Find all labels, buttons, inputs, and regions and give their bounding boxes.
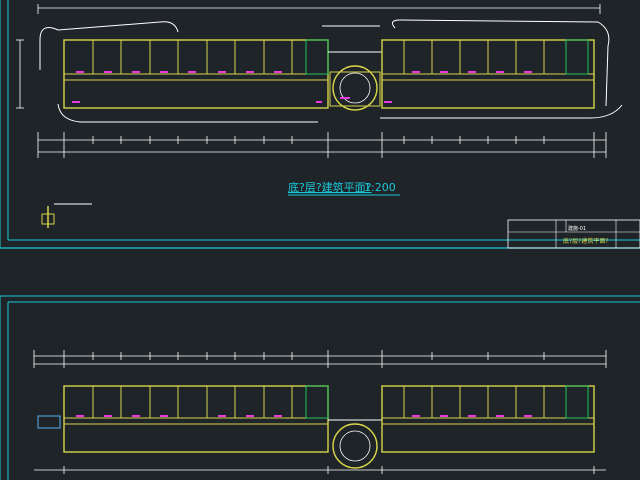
upper-central-lobby (328, 51, 382, 111)
lower-central-lobby (328, 419, 382, 469)
lower-floor-plan (33, 350, 607, 474)
title-block-title: 底?层?建筑平面? (563, 237, 609, 245)
upper-top-dimension-line (37, 4, 601, 14)
upper-site-boundary (39, 19, 623, 123)
upper-left-dimension (16, 39, 24, 109)
title-block-code: 建施-01 (568, 225, 586, 232)
sheet-frame-upper (0, 0, 640, 249)
upper-left-wing (63, 39, 329, 109)
north-arrow-symbol (41, 203, 92, 228)
lower-bottom-dimension-line (34, 466, 606, 474)
upper-floor-plan (16, 4, 623, 228)
plan-title: 底?层?建筑平面? (288, 180, 372, 194)
plan-scale: 1:200 (364, 181, 396, 194)
drawing-caption: 底?层?建筑平面? 1:200 (288, 180, 400, 196)
lower-right-wing (381, 385, 595, 453)
upper-bottom-dimension-chain (37, 132, 607, 158)
lower-top-dimension-chain (33, 350, 607, 368)
upper-right-wing (381, 39, 595, 109)
title-block: 建施-01 底?层?建筑平面? (507, 219, 640, 249)
cad-plan-canvas: 底?层?建筑平面? 1:200 建施-01 底?层?建筑平面? (0, 0, 640, 480)
lower-left-wing (37, 385, 329, 453)
